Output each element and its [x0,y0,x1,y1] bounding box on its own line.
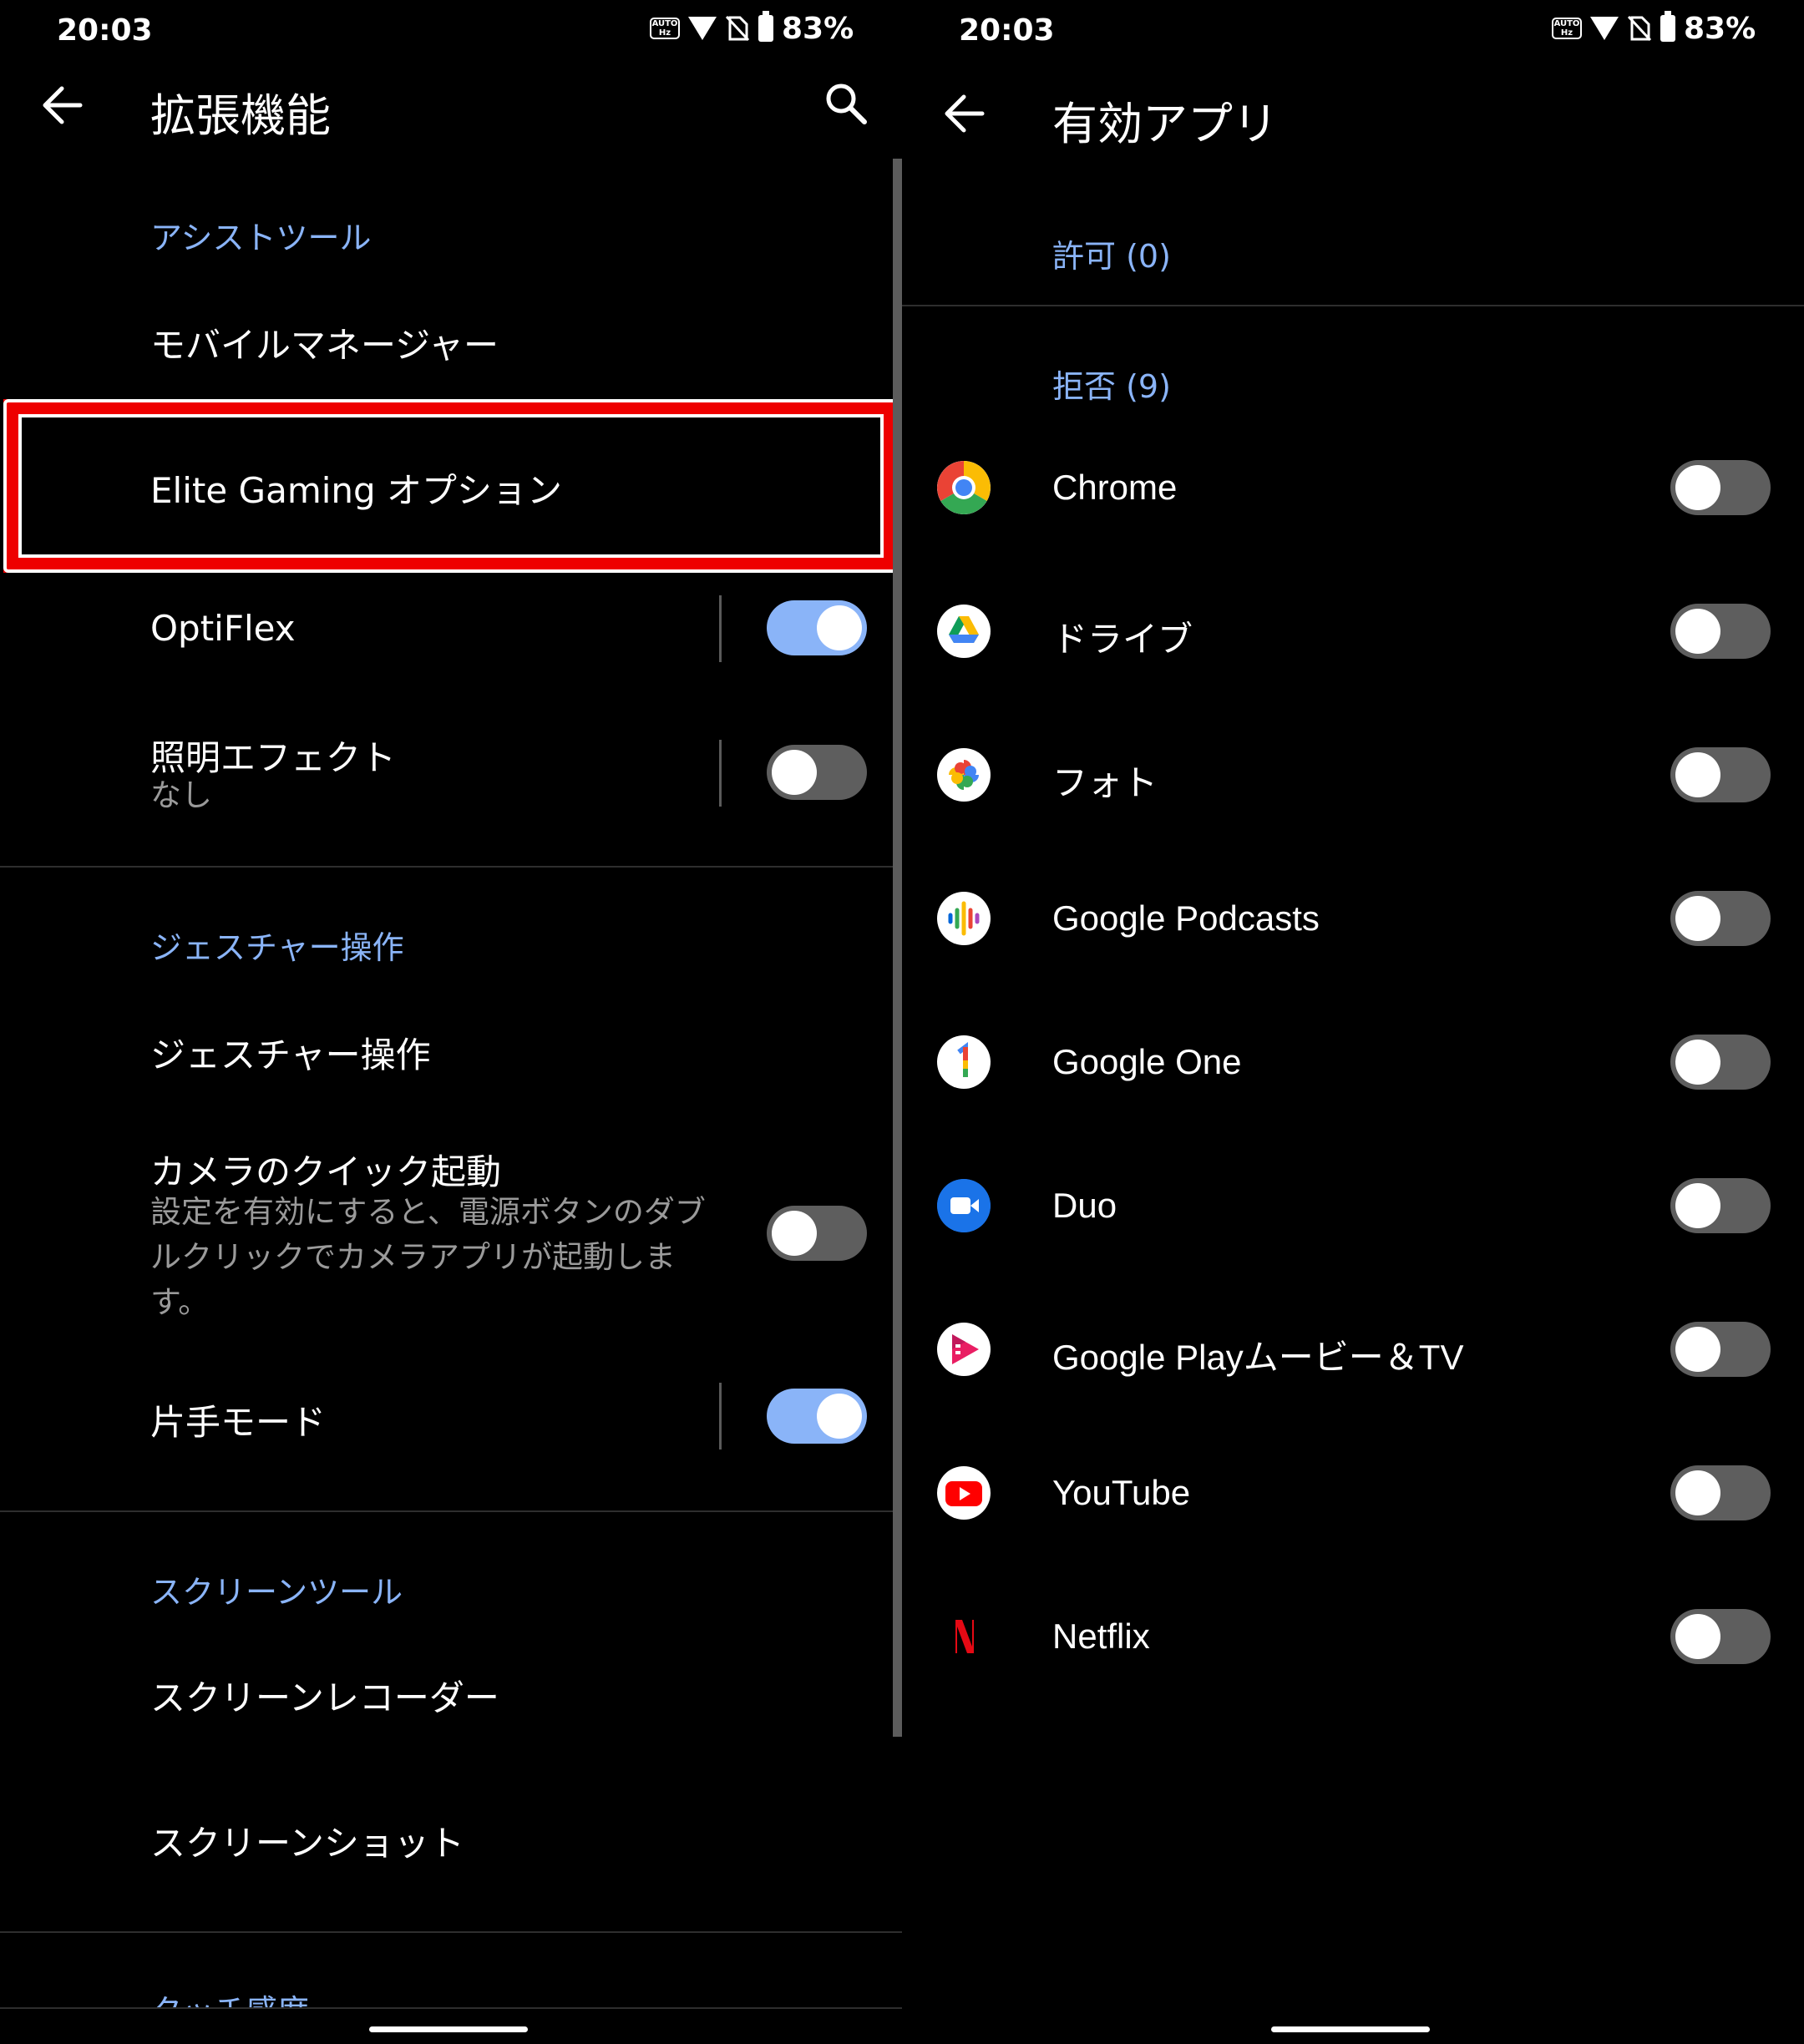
enabled-apps-screen: 20:03 AUTO Hz 83% 有効アプリ 許可 (0) 拒否 (9) Chr… [902,0,1804,2044]
app-name: YouTube [1052,1473,1191,1512]
drive-toggle[interactable] [1670,604,1771,659]
divider [719,740,722,807]
optiflex-toggle[interactable] [767,600,867,655]
camera-quick-launch-description-line-3: す。 [150,1284,210,1320]
wifi-icon [1590,17,1619,40]
duo-toggle[interactable] [1670,1178,1771,1233]
menu-item-one-hand-mode[interactable]: 片手モード [150,1394,326,1445]
app-name: Duo [1052,1186,1117,1225]
podcasts-icon [937,892,991,945]
no-sim-icon [1627,15,1652,42]
menu-item-optiflex[interactable]: OptiFlex [150,608,296,649]
chrome-icon [937,461,991,514]
back-arrow-icon[interactable] [37,80,87,130]
section-divider [0,866,893,868]
lighting-effect-value: なし [150,777,212,813]
divider [719,1383,722,1450]
camera-quick-launch-toggle[interactable] [767,1206,867,1261]
status-icons: AUTO Hz 83% [1552,11,1756,46]
divider [719,595,722,662]
menu-item-screen-recorder[interactable]: スクリーンレコーダー [150,1670,499,1721]
battery-icon [758,11,773,42]
play-movies-toggle[interactable] [1670,1322,1771,1377]
google-one-toggle[interactable] [1670,1035,1771,1090]
nav-bar-area [0,2007,902,2044]
menu-item-mobile-manager[interactable]: モバイルマネージャー [150,317,499,368]
app-name: Google Playムービー＆TV [1052,1338,1464,1377]
section-header-allowed: 許可 (0) [1052,238,1171,275]
scrollbar[interactable] [893,159,902,1737]
photos-toggle[interactable] [1670,747,1771,802]
app-name: Google One [1052,1042,1242,1081]
section-divider [0,1510,893,1512]
netflix-icon [937,1610,991,1663]
one-hand-mode-toggle[interactable] [767,1389,867,1444]
duo-icon [937,1179,991,1232]
app-name: ドライブ [1052,620,1193,659]
settings-extensions-screen: 20:03 AUTO Hz 83% 拡張機能 アシストツール モバイルマネージャー… [0,0,902,2044]
home-indicator[interactable] [1271,2026,1430,2032]
chrome-toggle[interactable] [1670,460,1771,515]
refresh-rate-icon: AUTO Hz [1552,18,1582,39]
back-arrow-icon[interactable] [939,89,989,139]
status-time: 20:03 [57,13,153,48]
play-movies-icon [937,1323,991,1376]
no-sim-icon [725,15,750,42]
camera-quick-launch-description-line-2: ルクリックでカメラアプリが起動しま [150,1239,676,1275]
status-time: 20:03 [959,13,1055,48]
menu-item-camera-quick-launch[interactable]: カメラのクイック起動 [150,1144,501,1195]
section-divider [902,305,1804,306]
status-icons: AUTO Hz 83% [650,11,854,46]
app-name: Netflix [1052,1616,1150,1656]
page-title: 拡張機能 [150,89,331,142]
menu-item-screenshot[interactable]: スクリーンショット [150,1815,464,1866]
photos-icon [937,748,991,802]
app-name: フォト [1052,763,1158,802]
menu-item-gesture-ops[interactable]: ジェスチャー操作 [150,1027,431,1078]
drive-icon [937,605,991,658]
battery-icon [1660,11,1675,42]
section-header-denied: 拒否 (9) [1052,368,1171,405]
search-icon[interactable] [823,80,869,127]
section-header-gesture: ジェスチャー操作 [150,929,404,966]
app-name: Google Podcasts [1052,898,1320,938]
youtube-toggle[interactable] [1670,1465,1771,1520]
section-header-assist-tools: アシストツール [150,220,372,256]
nav-bar-divider [0,2007,902,2009]
wifi-icon [688,17,717,40]
google-one-icon [937,1035,991,1089]
battery-percent: 83% [1684,11,1756,46]
podcasts-toggle[interactable] [1670,891,1771,946]
camera-quick-launch-description-line-1: 設定を有効にすると、電源ボタンのダブ [150,1194,706,1230]
youtube-icon [937,1466,991,1520]
app-name: Chrome [1052,468,1178,507]
section-divider [0,1931,902,1933]
lighting-effect-toggle[interactable] [767,745,867,800]
section-header-screen-tools: スクリーンツール [150,1574,403,1611]
menu-item-elite-gaming[interactable]: Elite Gaming オプション [150,463,562,514]
page-title: 有効アプリ [1052,98,1278,150]
battery-percent: 83% [782,11,854,46]
refresh-rate-icon: AUTO Hz [650,18,680,39]
netflix-toggle[interactable] [1670,1609,1771,1664]
home-indicator[interactable] [369,2026,528,2032]
